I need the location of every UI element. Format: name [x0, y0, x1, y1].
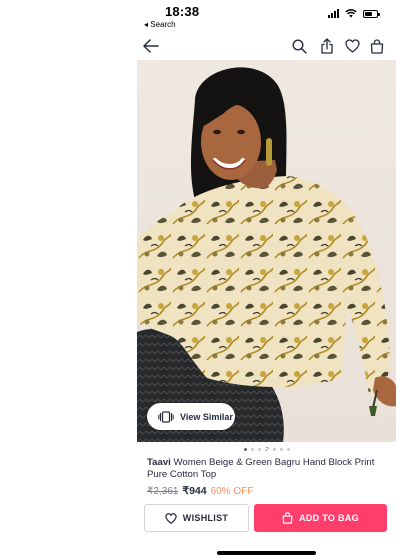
- product-photo: [137, 60, 396, 442]
- price-row: ₹2,361 ₹944 60% OFF: [147, 485, 253, 497]
- selling-price: ₹944: [182, 485, 207, 497]
- heart-icon: [165, 512, 177, 524]
- top-navbar: [137, 33, 396, 59]
- wishlist-heart-icon[interactable]: [342, 36, 362, 56]
- carousel-dot[interactable]: [257, 447, 261, 451]
- wifi-icon: [345, 9, 357, 18]
- back-to-app-link[interactable]: ◂ Search: [144, 20, 176, 29]
- bag-icon[interactable]: [367, 36, 387, 56]
- battery-icon: [363, 9, 380, 18]
- wishlist-label: WISHLIST: [182, 513, 229, 523]
- stack-cards-icon: [158, 410, 174, 423]
- status-icons: [328, 9, 380, 18]
- view-similar-label: View Similar: [180, 411, 233, 422]
- product-title: Taavi Women Beige & Green Bagru Hand Blo…: [147, 457, 387, 481]
- add-to-bag-button[interactable]: ADD TO BAG: [254, 504, 387, 532]
- product-name: Women Beige & Green Bagru Hand Block Pri…: [147, 457, 375, 480]
- status-time: 18:38: [165, 4, 200, 19]
- share-icon[interactable]: [317, 36, 337, 56]
- discount-label: 60% OFF: [210, 486, 254, 497]
- carousel-dot[interactable]: [264, 447, 269, 451]
- add-to-bag-label: ADD TO BAG: [299, 513, 359, 523]
- carousel-indicator[interactable]: [137, 446, 396, 452]
- view-similar-button[interactable]: View Similar: [147, 403, 235, 430]
- phone-screen: 18:38 ◂ Search View Similar Taavi Women …: [137, 0, 396, 560]
- carousel-dot[interactable]: [286, 447, 290, 451]
- home-indicator[interactable]: [217, 551, 316, 555]
- cellular-signal-icon: [328, 9, 339, 18]
- status-bar: 18:38 ◂ Search: [137, 0, 396, 32]
- carousel-dot[interactable]: [243, 447, 247, 451]
- product-image[interactable]: View Similar: [137, 60, 396, 442]
- bag-icon: [282, 512, 293, 524]
- carousel-dot[interactable]: [272, 447, 276, 451]
- carousel-dot[interactable]: [250, 447, 254, 451]
- back-arrow-icon[interactable]: [141, 36, 161, 56]
- mrp-price: ₹2,361: [147, 486, 179, 497]
- brand-name[interactable]: Taavi: [147, 457, 171, 468]
- search-icon[interactable]: [289, 36, 309, 56]
- wishlist-button[interactable]: WISHLIST: [144, 504, 249, 532]
- carousel-dot[interactable]: [279, 447, 283, 451]
